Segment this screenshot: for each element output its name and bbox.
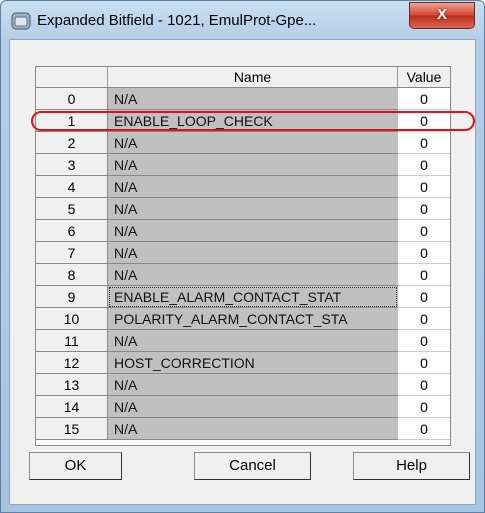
row-value[interactable]: 0 — [398, 132, 450, 154]
table-row[interactable]: 15 N/A 0 — [36, 418, 450, 440]
row-index: 5 — [36, 198, 108, 220]
row-index: 14 — [36, 396, 108, 418]
window-title: Expanded Bitfield - 1021, EmulProt-Gpe..… — [37, 12, 317, 29]
row-name[interactable]: N/A — [108, 220, 398, 242]
row-index: 12 — [36, 352, 108, 374]
row-index: 7 — [36, 242, 108, 264]
bitfield-table: Name Value 0 N/A 0 1 ENABLE_LOOP_CHECK 0 2 N/A 0… — [35, 66, 451, 446]
row-value[interactable]: 0 — [398, 110, 450, 132]
row-value[interactable]: 0 — [398, 396, 450, 418]
row-index: 11 — [36, 330, 108, 352]
table-row[interactable]: 6 N/A 0 — [36, 220, 450, 242]
app-icon — [11, 11, 31, 31]
row-name[interactable]: N/A — [108, 374, 398, 396]
row-index: 2 — [36, 132, 108, 154]
row-value[interactable]: 0 — [398, 264, 450, 286]
close-icon: X — [436, 6, 447, 23]
row-index: 8 — [36, 264, 108, 286]
table-row[interactable]: 0 N/A 0 — [36, 88, 450, 110]
row-name[interactable]: N/A — [108, 154, 398, 176]
table-row[interactable]: 14 N/A 0 — [36, 396, 450, 418]
row-index: 3 — [36, 154, 108, 176]
row-name[interactable]: N/A — [108, 88, 398, 110]
row-index: 13 — [36, 374, 108, 396]
table-row[interactable]: 3 N/A 0 — [36, 154, 450, 176]
row-name[interactable]: N/A — [108, 418, 398, 440]
table-row[interactable]: 10 POLARITY_ALARM_CONTACT_STA 0 — [36, 308, 450, 330]
title-bar[interactable]: Expanded Bitfield - 1021, EmulProt-Gpe..… — [1, 1, 484, 41]
row-value[interactable]: 0 — [398, 374, 450, 396]
row-name[interactable]: ENABLE_ALARM_CONTACT_STAT — [108, 286, 398, 308]
row-index: 15 — [36, 418, 108, 440]
header-index — [36, 67, 108, 87]
row-name[interactable]: POLARITY_ALARM_CONTACT_STA — [108, 308, 398, 330]
row-value[interactable]: 0 — [398, 88, 450, 110]
row-value[interactable]: 0 — [398, 352, 450, 374]
row-index: 0 — [36, 88, 108, 110]
header-value: Value — [406, 69, 442, 85]
row-value[interactable]: 0 — [398, 418, 450, 440]
table-row[interactable]: 11 N/A 0 — [36, 330, 450, 352]
header-name: Name — [108, 67, 398, 87]
help-button[interactable]: Help — [353, 452, 470, 480]
table-row[interactable]: 13 N/A 0 — [36, 374, 450, 396]
row-value[interactable]: 0 — [398, 242, 450, 264]
table-row[interactable]: 2 N/A 0 — [36, 132, 450, 154]
table-row[interactable]: 1 ENABLE_LOOP_CHECK 0 — [36, 110, 450, 132]
row-name[interactable]: N/A — [108, 264, 398, 286]
row-name[interactable]: ENABLE_LOOP_CHECK — [108, 110, 398, 132]
close-button[interactable]: X — [409, 2, 475, 29]
row-value[interactable]: 0 — [398, 176, 450, 198]
row-value[interactable]: 0 — [398, 220, 450, 242]
row-name[interactable]: N/A — [108, 132, 398, 154]
row-index: 1 — [36, 110, 108, 132]
table-row[interactable]: 7 N/A 0 — [36, 242, 450, 264]
row-value[interactable]: 0 — [398, 286, 450, 308]
row-name[interactable]: N/A — [108, 396, 398, 418]
row-value[interactable]: 0 — [398, 308, 450, 330]
row-name[interactable]: N/A — [108, 198, 398, 220]
cancel-button[interactable]: Cancel — [194, 452, 311, 480]
table-row[interactable]: 5 N/A 0 — [36, 198, 450, 220]
row-value[interactable]: 0 — [398, 154, 450, 176]
row-index: 6 — [36, 220, 108, 242]
table-header: Name Value — [36, 67, 450, 88]
ok-button[interactable]: OK — [29, 452, 122, 480]
row-index: 9 — [36, 286, 108, 308]
row-index: 4 — [36, 176, 108, 198]
row-name[interactable]: N/A — [108, 242, 398, 264]
row-value[interactable]: 0 — [398, 330, 450, 352]
row-value[interactable]: 0 — [398, 198, 450, 220]
row-index: 10 — [36, 308, 108, 330]
dialog-window: Expanded Bitfield - 1021, EmulProt-Gpe..… — [0, 0, 485, 513]
row-name[interactable]: HOST_CORRECTION — [108, 352, 398, 374]
table-row[interactable]: 9 ENABLE_ALARM_CONTACT_STAT 0 — [36, 286, 450, 308]
row-name[interactable]: N/A — [108, 330, 398, 352]
table-row[interactable]: 4 N/A 0 — [36, 176, 450, 198]
dialog-body: Name Value 0 N/A 0 1 ENABLE_LOOP_CHECK 0 2 N/A 0… — [9, 39, 476, 505]
table-row[interactable]: 12 HOST_CORRECTION 0 — [36, 352, 450, 374]
table-row[interactable]: 8 N/A 0 — [36, 264, 450, 286]
row-name[interactable]: N/A — [108, 176, 398, 198]
